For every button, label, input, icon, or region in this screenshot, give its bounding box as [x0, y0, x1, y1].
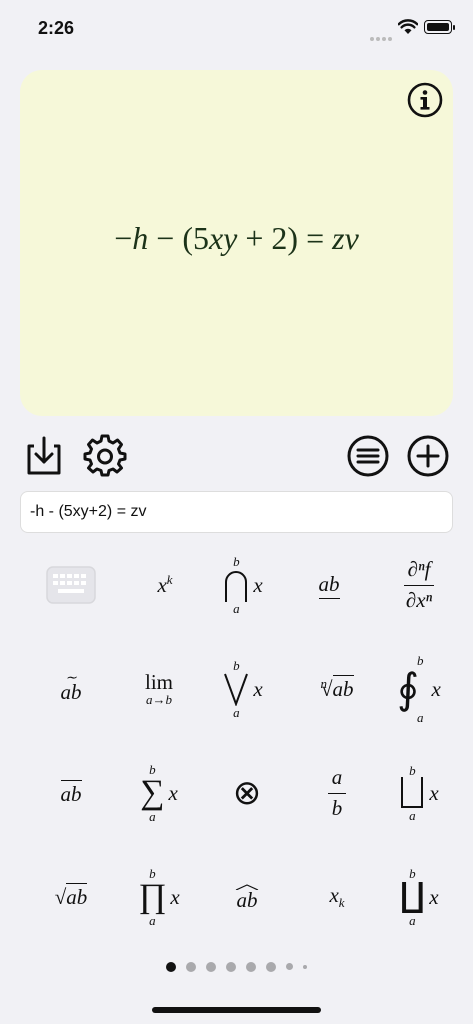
key-contour-integral[interactable]: ∮ b a x [372, 639, 466, 739]
key-label: x [253, 676, 263, 701]
key-label: a [327, 766, 347, 794]
key-label: a→b [145, 692, 172, 707]
key-label: a [233, 705, 240, 720]
expr-part: xy [208, 220, 238, 256]
key-label: b [409, 763, 416, 778]
key-label: a [149, 913, 156, 928]
key-subscript[interactable]: xk [290, 847, 384, 947]
key-label: x [429, 780, 439, 805]
bigcap-icon [225, 571, 248, 602]
key-label: ∂ⁿf [403, 558, 435, 586]
latex-input-value: -h - (5xy+2) = zv [30, 503, 147, 520]
bigvee-icon [224, 673, 249, 706]
key-label: b [331, 795, 343, 820]
key-label: ab [318, 572, 340, 599]
key-label: x [170, 884, 180, 909]
battery-icon [424, 20, 455, 34]
page-dot[interactable] [186, 961, 196, 972]
page-dot[interactable] [303, 964, 307, 969]
key-label: x [429, 884, 439, 909]
key-label: ∂xⁿ [405, 587, 433, 612]
key-sum[interactable]: b ∑ a x [112, 743, 206, 843]
coproduct-icon: ∐ [399, 878, 426, 915]
key-tilde[interactable]: ∼ ab [24, 639, 118, 739]
key-label: x [329, 882, 339, 907]
key-label: x [168, 780, 178, 805]
key-label: lim [144, 670, 173, 694]
key-label: b [233, 554, 240, 569]
key-nth-root[interactable]: n√ab [290, 639, 384, 739]
key-limit[interactable]: lim a→b [112, 639, 206, 739]
key-bigsqcup[interactable]: b a x [372, 743, 466, 843]
key-label: ab [332, 675, 354, 701]
key-fraction[interactable]: ab [290, 743, 384, 843]
key-label: k [166, 572, 173, 587]
key-partial-derivative[interactable]: ∂ⁿf ∂xⁿ [372, 535, 466, 635]
key-underline[interactable]: ab [282, 535, 376, 635]
page-dot[interactable] [246, 961, 256, 972]
page-indicator[interactable] [0, 958, 473, 972]
key-bigvee[interactable]: b a x [196, 639, 290, 739]
page-dot[interactable] [266, 961, 276, 972]
key-label: x [431, 676, 441, 701]
key-coproduct[interactable]: b ∐ a x [372, 847, 466, 947]
status-time: 2:26 [38, 18, 75, 38]
equation-preview: −h − (5xy + 2) = zv [20, 70, 453, 416]
product-icon: ∏ [138, 878, 167, 915]
gear-icon[interactable] [83, 434, 127, 478]
key-label: a [417, 710, 424, 725]
key-label: x [157, 573, 167, 597]
expr-part: + 2) = [237, 220, 333, 256]
key-product[interactable]: b ∏ a x [112, 847, 206, 947]
key-label: ab [60, 679, 82, 704]
key-label: a [409, 808, 416, 823]
page-dot[interactable] [206, 961, 216, 972]
key-label: ab [236, 887, 258, 912]
key-label: x [253, 572, 263, 597]
expr-part: h [132, 220, 149, 256]
download-icon[interactable] [22, 434, 66, 478]
expr-part: − [114, 220, 133, 256]
oint-icon: ∮ [397, 667, 420, 713]
key-widehat[interactable]: ab [200, 847, 294, 947]
key-otimes[interactable]: ⊗ [200, 743, 294, 843]
expr-part: zv [332, 220, 359, 256]
page-dot[interactable] [166, 961, 176, 972]
key-label: a [409, 913, 416, 928]
page-dot[interactable] [286, 963, 293, 971]
key-label: ⊗ [232, 775, 262, 812]
list-icon[interactable] [346, 434, 390, 478]
key-bigcap[interactable]: b a x [196, 535, 290, 635]
toolbar [0, 430, 473, 480]
key-label: k [338, 895, 345, 911]
key-sqrt[interactable]: √ab [24, 847, 118, 947]
info-icon[interactable] [407, 82, 443, 118]
expr-part: − (5 [148, 220, 209, 256]
page-dot[interactable] [226, 961, 236, 972]
bigsqcup-icon [401, 777, 424, 808]
home-indicator[interactable] [152, 1007, 321, 1013]
wifi-icon [398, 19, 418, 34]
keyboard-key[interactable] [24, 535, 118, 635]
signal-icon [370, 28, 394, 41]
latex-input[interactable]: -h - (5xy+2) = zv [20, 491, 453, 533]
rendered-equation: −h − (5xy + 2) = zv [20, 220, 453, 257]
add-icon[interactable] [406, 434, 450, 478]
key-overline[interactable]: ab [24, 743, 118, 843]
key-label: a [149, 809, 156, 824]
key-label: n [320, 676, 327, 691]
keyboard-icon [46, 566, 96, 604]
key-label: a [233, 601, 240, 616]
key-label: ab [66, 882, 88, 909]
key-label: b [233, 658, 240, 673]
sum-icon: ∑ [140, 774, 165, 811]
status-bar: 2:26 [0, 0, 473, 56]
key-label: ab [60, 779, 82, 806]
key-label: b [417, 653, 424, 668]
